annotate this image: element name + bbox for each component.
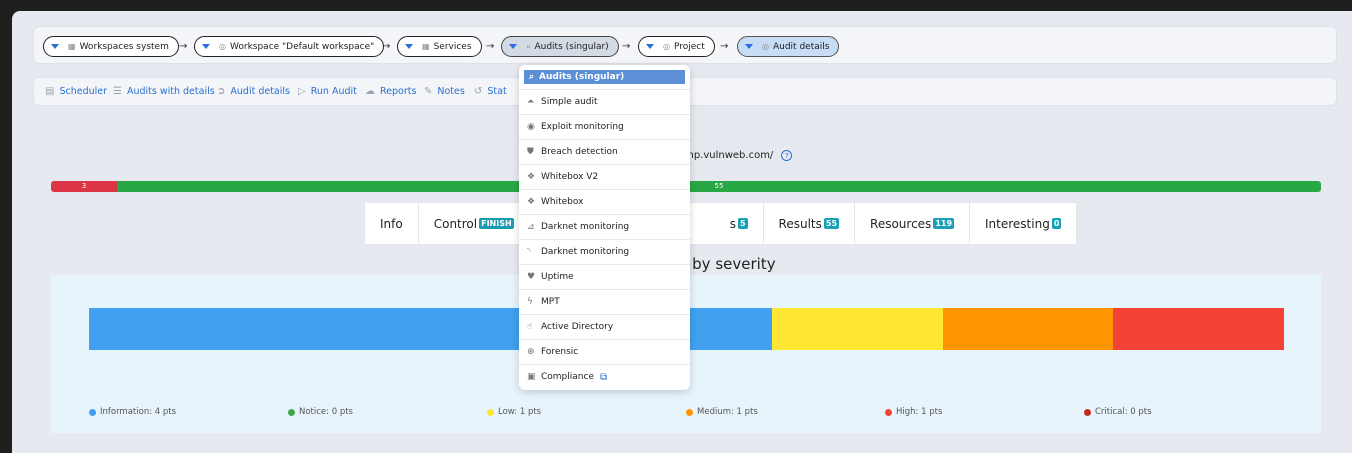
arrow-right-icon: →	[720, 41, 729, 52]
stat-link[interactable]: ↺ Stat	[474, 86, 507, 97]
help-icon[interactable]: ?	[781, 150, 793, 161]
menu-item-uptime[interactable]: ♥ Uptime	[519, 264, 690, 289]
legend-dot	[288, 408, 295, 416]
count-badge: 5	[737, 218, 748, 229]
triangle-icon: ⏶	[527, 97, 535, 107]
audit-details-link[interactable]: ➲ Audit details	[217, 86, 290, 97]
tab-info[interactable]: Info	[365, 203, 419, 244]
arrow-right-icon: →	[622, 41, 631, 52]
legend-low[interactable]: Low: 1 pts	[487, 407, 541, 417]
audits-with-details-link[interactable]: ☰ Audits with details	[113, 86, 215, 97]
dropbox-icon: ❖	[527, 197, 536, 207]
edit-icon: ✎	[424, 86, 433, 97]
legend-dot	[1084, 408, 1091, 416]
shield-icon: ⛊	[527, 147, 534, 157]
calendar-icon: ▤	[45, 86, 55, 97]
run-audit-link[interactable]: ▷ Run Audit	[298, 86, 357, 97]
caret-down-icon[interactable]	[509, 44, 517, 49]
breadcrumb-audit-details[interactable]: ◎ Audit details	[737, 36, 840, 57]
menu-item-darknet-monitoring-2[interactable]: ◝ Darknet monitoring	[519, 239, 690, 264]
heartbeat-icon: ♥	[527, 272, 536, 282]
menu-item-mpt[interactable]: ϟ MPT	[519, 289, 690, 314]
menu-item-darknet-monitoring[interactable]: ⊿ Darknet monitoring	[519, 214, 690, 239]
breadcrumb-audits-singular[interactable]: ⌕ Audits (singular)	[501, 36, 619, 57]
bolt-icon: ϟ	[527, 297, 533, 307]
count-badge: 119	[933, 218, 955, 229]
breadcrumb-services[interactable]: ▦ Services	[397, 36, 482, 57]
menu-item-active-directory[interactable]: ☝ Active Directory	[519, 314, 690, 339]
target-icon: ◎	[663, 42, 670, 51]
legend-dot	[885, 408, 892, 416]
legend-dot	[89, 408, 96, 416]
menu-item-exploit-monitoring[interactable]: ◉ Exploit monitoring	[519, 114, 690, 139]
clipboard-icon: ▣	[527, 372, 536, 382]
legend-notice[interactable]: Notice: 0 pts	[288, 407, 353, 417]
external-link-icon[interactable]: ⧉	[600, 372, 607, 383]
arrow-circle-icon: ➲	[217, 86, 226, 97]
breadcrumb-workspace[interactable]: ◎ Workspace "Default workspace"	[194, 36, 385, 57]
audits-dropdown-menu: ⌕ Audits (singular) ⏶ Simple audit ◉ Exploi…	[519, 65, 690, 390]
menu-item-whitebox-v2[interactable]: ❖ Whitebox V2	[519, 164, 690, 189]
legend-information[interactable]: Information: 4 pts	[89, 407, 176, 417]
caret-down-icon[interactable]	[405, 44, 413, 49]
count-badge: 0	[1051, 218, 1062, 229]
count-badge: 55	[823, 218, 840, 229]
legend-high[interactable]: High: 1 pts	[885, 407, 942, 417]
search-icon: ⌕	[526, 41, 531, 51]
grid-icon: ▦	[68, 42, 76, 51]
tab-bar: Info Control FINISH s5 Results 55 Resource…	[364, 202, 1078, 245]
reports-link[interactable]: ☁ Reports	[365, 86, 416, 97]
hand-icon: ☝	[527, 322, 533, 332]
menu-item-simple-audit[interactable]: ⏶ Simple audit	[519, 89, 690, 114]
arrow-right-icon: →	[179, 41, 188, 52]
bar-segment-medium[interactable]	[942, 308, 1114, 350]
target-icon: ◎	[219, 42, 226, 51]
dropdown-header[interactable]: ⌕ Audits (singular)	[524, 70, 685, 84]
bar-segment-high[interactable]	[1113, 308, 1284, 350]
grid-icon: ▦	[422, 42, 430, 51]
caret-down-icon[interactable]	[51, 44, 59, 49]
bar-segment-low[interactable]	[771, 308, 943, 350]
progress-green-segment: 55	[117, 181, 1321, 192]
scheduler-link[interactable]: ▤ Scheduler	[45, 86, 107, 97]
breadcrumb: ▦ Workspaces system → ◎ Workspace "Defau…	[33, 26, 1337, 64]
caret-down-icon[interactable]	[202, 44, 210, 49]
legend-dot	[686, 408, 693, 416]
list-icon: ☰	[113, 86, 122, 97]
menu-item-forensic[interactable]: ⊕ Forensic	[519, 339, 690, 364]
app-window: ▦ Workspaces system → ◎ Workspace "Defau…	[12, 11, 1352, 453]
notes-link[interactable]: ✎ Notes	[424, 86, 465, 97]
menu-item-compliance[interactable]: ▣ Compliance ⧉	[519, 364, 690, 389]
progress-red-segment: 3	[51, 181, 118, 192]
tab-interesting[interactable]: Interesting 0	[970, 203, 1076, 244]
menu-item-breach-detection[interactable]: ⛊ Breach detection	[519, 139, 690, 164]
arrow-right-icon: →	[486, 41, 495, 52]
crosshair-icon: ⊕	[527, 347, 535, 357]
caret-down-icon[interactable]	[646, 44, 654, 49]
arrow-right-icon: →	[382, 41, 391, 52]
play-icon: ▷	[298, 86, 306, 97]
menu-item-whitebox[interactable]: ❖ Whitebox	[519, 189, 690, 214]
rss-icon: ⊿	[527, 222, 535, 232]
legend-dot	[487, 408, 494, 416]
tab-resources[interactable]: Resources 119	[855, 203, 971, 244]
wifi-icon: ◝	[527, 247, 531, 257]
eye-icon: ◉	[527, 122, 535, 132]
breadcrumb-workspaces-system[interactable]: ▦ Workspaces system	[43, 36, 179, 57]
search-icon: ⌕	[529, 72, 535, 82]
target-icon: ◎	[762, 42, 769, 51]
caret-down-icon[interactable]	[745, 44, 753, 49]
stat-icon: ↺	[474, 86, 483, 97]
status-badge: FINISH	[479, 218, 514, 229]
tab-results[interactable]: Results 55	[764, 203, 856, 244]
legend-medium[interactable]: Medium: 1 pts	[686, 407, 758, 417]
cloud-icon: ☁	[365, 86, 375, 97]
legend-critical[interactable]: Critical: 0 pts	[1084, 407, 1152, 417]
dropbox-icon: ❖	[527, 172, 536, 182]
breadcrumb-project[interactable]: ◎ Project	[638, 36, 715, 57]
target-url: stphp.vulnweb.com/?	[672, 150, 793, 161]
